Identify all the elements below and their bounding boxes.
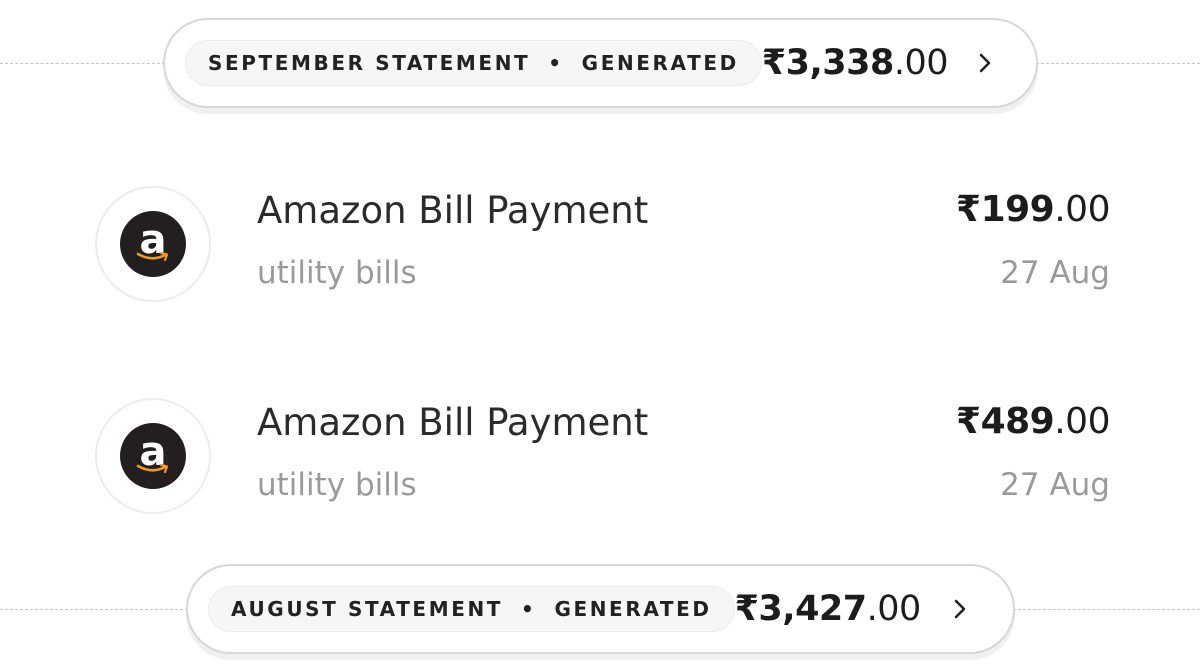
transaction-amount-whole: ₹489 — [956, 401, 1055, 442]
transaction-amount-fraction: .00 — [1054, 401, 1110, 442]
transaction-merchant: Amazon Bill Payment — [257, 189, 649, 232]
transaction-row[interactable]: a Amazon Bill Payment utility bills ₹489… — [0, 387, 1200, 527]
transaction-row[interactable]: a Amazon Bill Payment utility bills ₹199… — [0, 175, 1200, 315]
statement-month-label: AUGUST STATEMENT — [231, 597, 504, 621]
transaction-merchant: Amazon Bill Payment — [257, 401, 649, 444]
divider-line-left — [0, 609, 188, 610]
statement-status: GENERATED — [554, 597, 712, 621]
transactions-timeline: SEPTEMBER STATEMENT • GENERATED ₹3,338.0… — [0, 0, 1200, 666]
merchant-avatar: a — [95, 186, 211, 302]
amazon-logo-icon: a — [120, 423, 186, 489]
statement-status-tag: AUGUST STATEMENT • GENERATED — [208, 586, 735, 632]
transaction-amount: ₹489.00 — [956, 401, 1110, 442]
merchant-avatar: a — [95, 398, 211, 514]
september-statement-pill[interactable]: SEPTEMBER STATEMENT • GENERATED ₹3,338.0… — [163, 18, 1038, 108]
statement-amount: ₹3,338.00 — [761, 43, 949, 83]
statement-amount-fraction: .00 — [893, 43, 949, 83]
amazon-smile-icon — [136, 251, 169, 262]
transaction-date: 27 Aug — [1000, 255, 1110, 291]
separator-dot: • — [548, 51, 564, 75]
transaction-date: 27 Aug — [1000, 467, 1110, 503]
divider-line-right — [1013, 609, 1200, 610]
statement-status: GENERATED — [581, 51, 739, 75]
statement-amount-fraction: .00 — [866, 589, 922, 629]
divider-line-left — [0, 63, 165, 64]
transaction-amount-whole: ₹199 — [956, 189, 1055, 230]
statement-amount: ₹3,427.00 — [734, 589, 922, 629]
transaction-category: utility bills — [257, 255, 417, 291]
chevron-right-icon — [949, 596, 971, 622]
statement-amount-whole: ₹3,338 — [761, 43, 895, 83]
transaction-amount-fraction: .00 — [1054, 189, 1110, 230]
divider-line-right — [1036, 63, 1200, 64]
transaction-amount: ₹199.00 — [956, 189, 1110, 230]
statement-month-label: SEPTEMBER STATEMENT — [208, 51, 531, 75]
amazon-smile-icon — [136, 463, 169, 474]
statement-amount-whole: ₹3,427 — [734, 589, 868, 629]
chevron-right-icon — [976, 50, 994, 76]
amazon-logo-icon: a — [120, 211, 186, 277]
august-statement-pill[interactable]: AUGUST STATEMENT • GENERATED ₹3,427.00 — [186, 564, 1015, 654]
transaction-category: utility bills — [257, 467, 417, 503]
separator-dot: • — [521, 597, 537, 621]
statement-status-tag: SEPTEMBER STATEMENT • GENERATED — [185, 40, 762, 86]
